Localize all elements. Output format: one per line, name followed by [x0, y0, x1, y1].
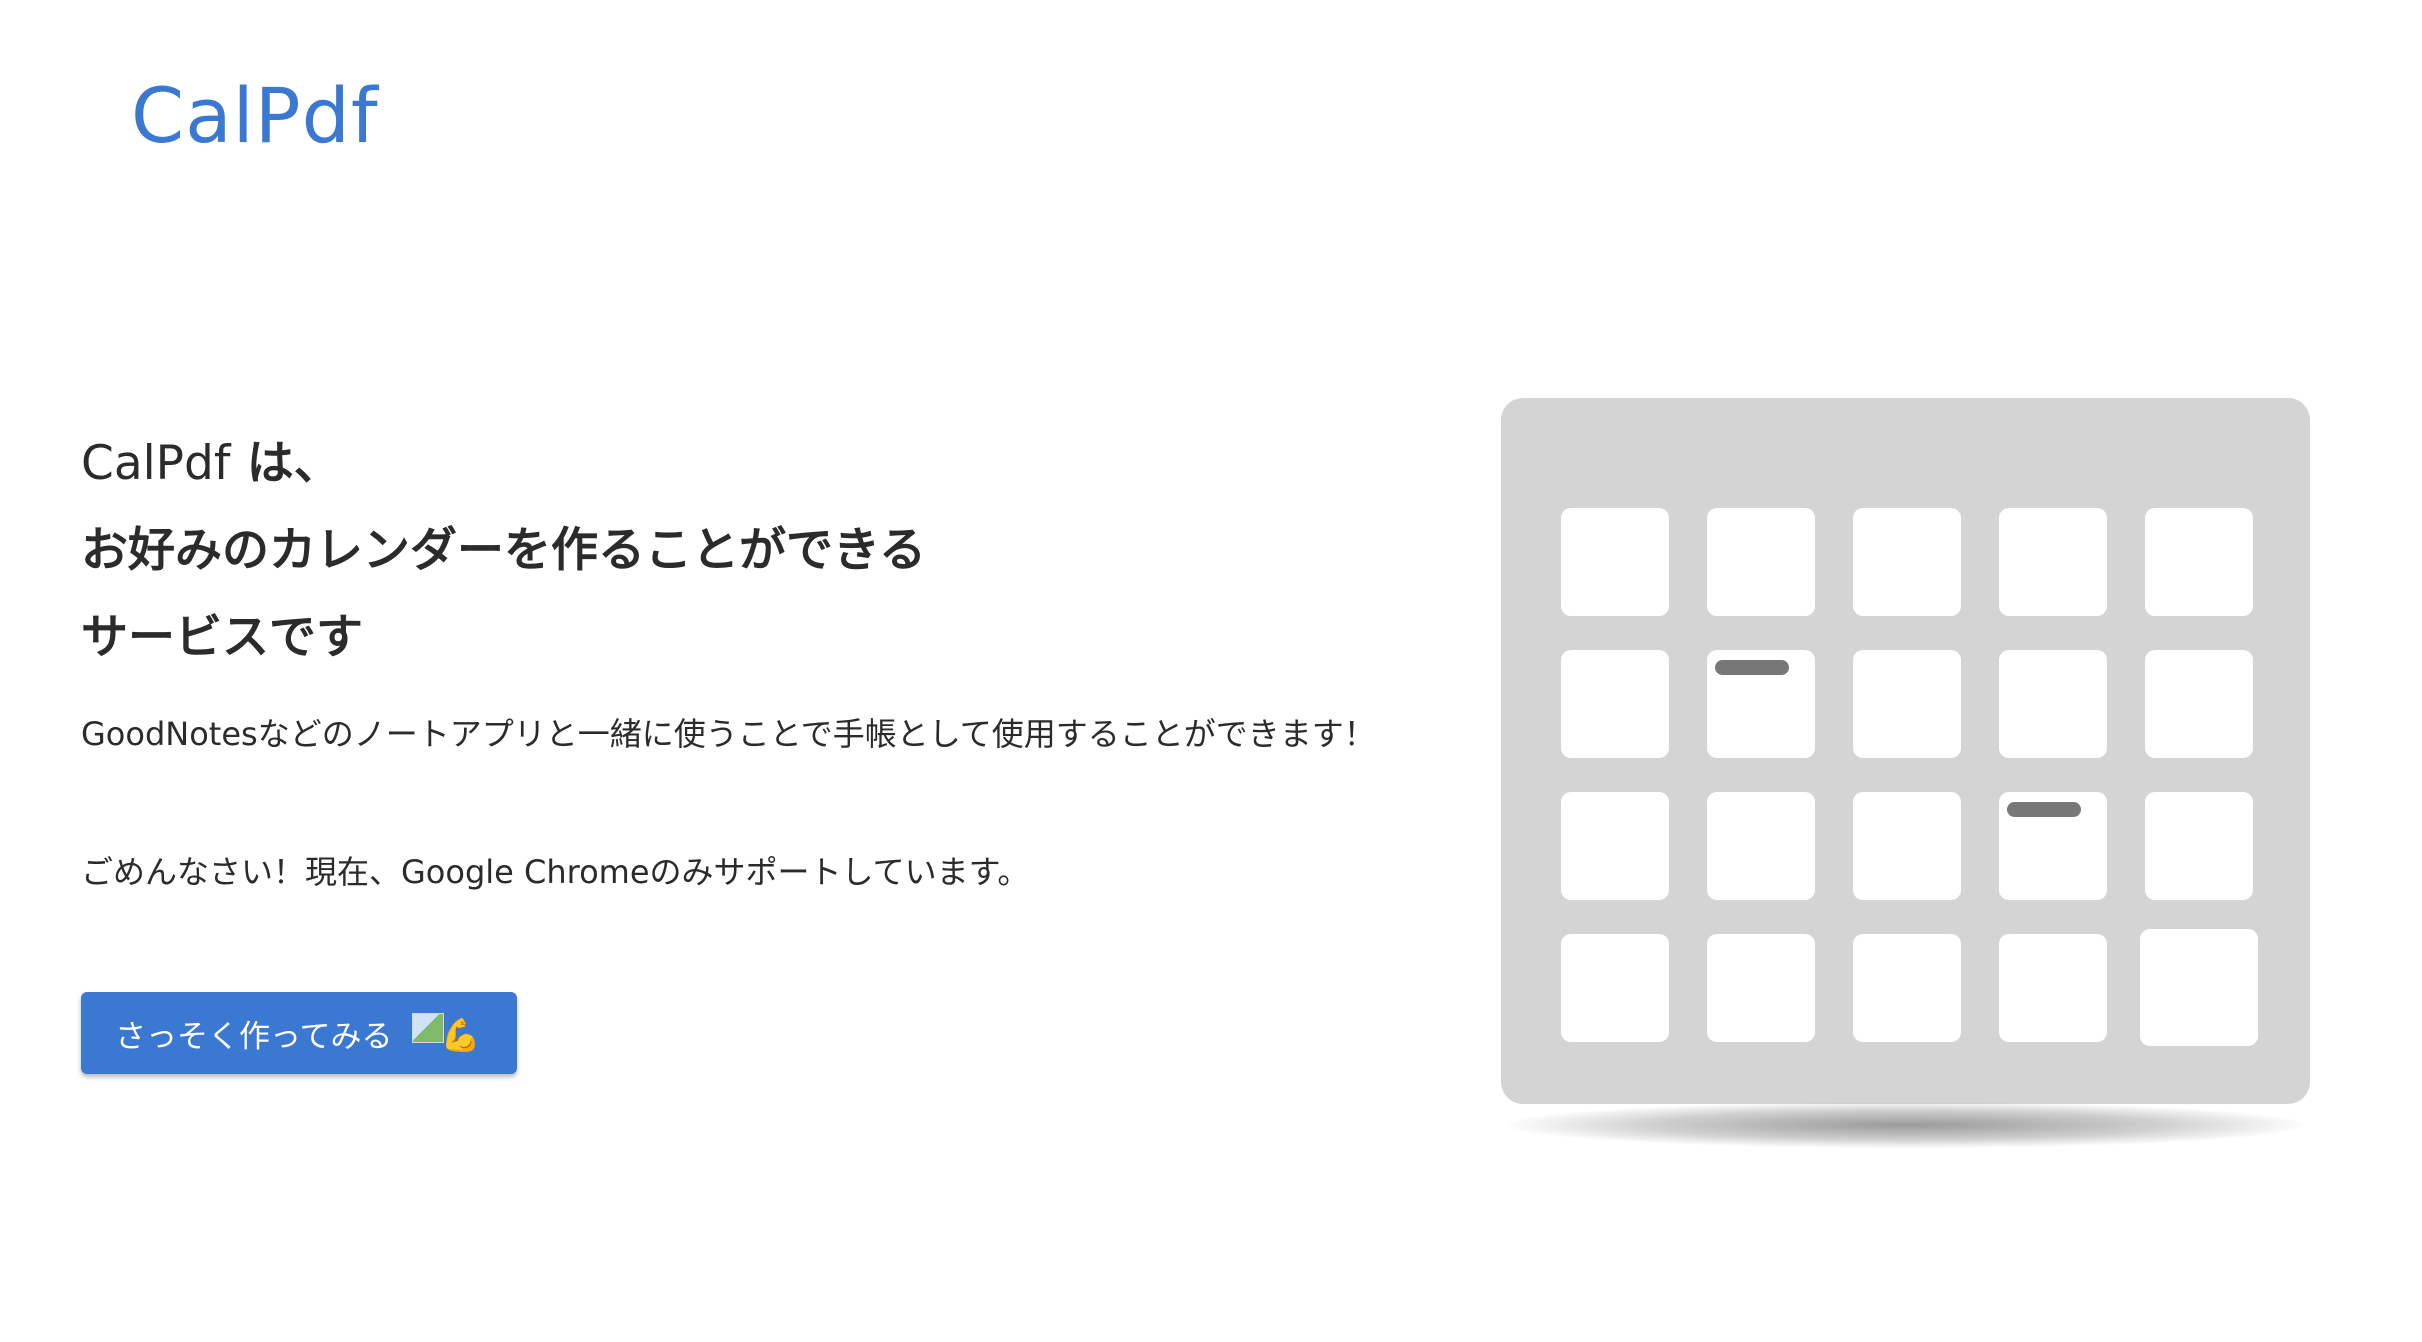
calendar-event-bar — [1715, 660, 1789, 675]
calendar-cell — [2140, 929, 2258, 1046]
browser-support-notice: ごめんなさい！現在、Google Chromeのみサポートしています。 — [81, 853, 1030, 891]
calendar-cell — [1853, 934, 1961, 1042]
headline: CalPdf は、 お好みのカレンダーを作ることができる サービスです — [81, 420, 1401, 681]
calendar-cell — [1999, 508, 2107, 616]
headline-line-1-suffix: は、 — [230, 436, 341, 491]
calendar-cell — [1853, 792, 1961, 900]
calendar-cell — [1707, 934, 1815, 1042]
start-creating-button-label: さっそく作ってみる — [115, 1018, 393, 1055]
calendar-cell — [1561, 508, 1669, 616]
flexed-biceps-icon: 💪 — [412, 1011, 480, 1055]
calendar-cell — [2145, 792, 2253, 900]
calendar-cell — [1561, 650, 1669, 758]
calendar-illustration — [1501, 398, 2310, 1104]
headline-line-3: サービスです — [81, 610, 363, 665]
logo[interactable]: CalPdf — [131, 74, 379, 158]
calendar-cell — [2145, 650, 2253, 758]
headline-line-2: お好みのカレンダーを作ることができる — [81, 523, 927, 578]
description-text: GoodNotesなどのノートアプリと一緒に使うことで手帳として使用することがで… — [81, 715, 1376, 753]
calendar-cell — [1707, 650, 1815, 758]
headline-line-1: CalPdf は、 — [81, 420, 1401, 507]
calendar-event-bar — [2007, 802, 2081, 817]
muscle-emoji: 💪 — [440, 1016, 481, 1054]
calendar-cell — [2145, 508, 2253, 616]
calendar-cell — [1999, 650, 2107, 758]
calendar-cell — [1999, 792, 2107, 900]
headline-brand: CalPdf — [81, 436, 231, 491]
calendar-cell — [1999, 934, 2107, 1042]
calendar-cell — [1561, 792, 1669, 900]
calendar-cell — [1707, 508, 1815, 616]
start-creating-button[interactable]: さっそく作ってみる 💪 — [81, 992, 517, 1074]
calendar-cell — [1853, 650, 1961, 758]
hero-section: CalPdf は、 お好みのカレンダーを作ることができる サービスです Good… — [81, 420, 1401, 1074]
calendar-cell — [1561, 934, 1669, 1042]
calendar-cell — [1853, 508, 1961, 616]
calendar-cell — [1707, 792, 1815, 900]
calendar-shadow — [1508, 1102, 2304, 1148]
